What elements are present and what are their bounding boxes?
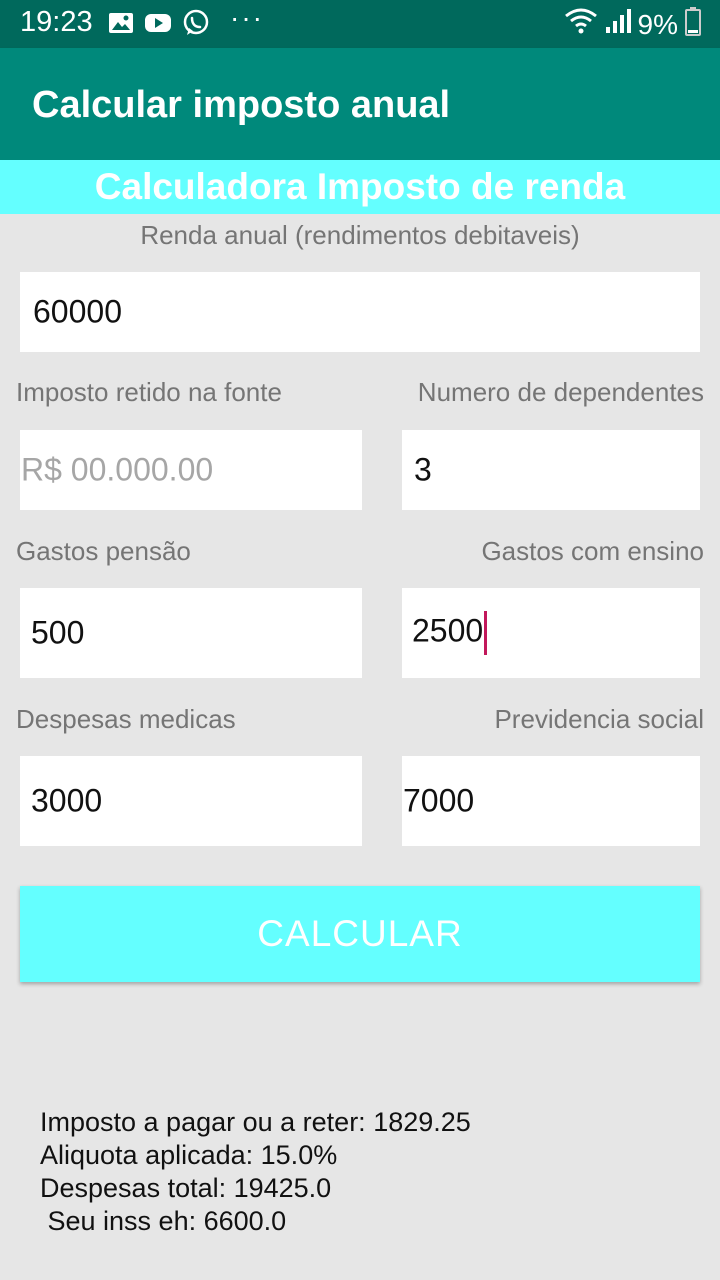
youtube-icon [144, 12, 172, 39]
wifi-icon [564, 7, 598, 42]
result-inss: Seu inss eh: 6600.0 [40, 1206, 287, 1236]
battery-percent: 9% [637, 8, 678, 40]
imposto-retido-label: Imposto retido na fonte [16, 377, 282, 407]
previdencia-social-value: 7000 [403, 782, 475, 819]
gastos-ensino-label: Gastos com ensino [481, 536, 704, 566]
dependentes-label: Numero de dependentes [417, 377, 704, 407]
result-imposto: Imposto a pagar ou a reter: 1829.25 [40, 1107, 471, 1137]
image-icon [108, 11, 134, 40]
gastos-ensino-input[interactable]: 2500 [402, 588, 700, 678]
gastos-pensao-input[interactable]: 500 [20, 588, 362, 678]
status-time: 19:23 [20, 6, 93, 38]
despesas-medicas-value: 3000 [31, 782, 103, 819]
battery-icon [684, 6, 702, 43]
app-bar: Calcular imposto anual [0, 48, 720, 160]
whatsapp-icon [182, 9, 210, 42]
dependentes-input[interactable]: 3 [402, 430, 700, 510]
notification-icons [108, 9, 210, 42]
renda-anual-label: Renda anual (rendimentos debitaveis) [140, 220, 580, 250]
gastos-ensino-value: 2500 [412, 612, 484, 649]
calcular-button[interactable]: CALCULAR [20, 886, 700, 982]
renda-anual-value: 60000 [33, 293, 122, 330]
results-panel: Imposto a pagar ou a reter: 1829.25 Aliq… [40, 1106, 471, 1238]
despesas-medicas-input[interactable]: 3000 [20, 756, 362, 846]
system-icons: 9% [564, 6, 702, 43]
previdencia-social-label: Previdencia social [494, 704, 704, 734]
gastos-pensao-value: 500 [31, 614, 85, 651]
more-dots-icon: ··· [230, 2, 264, 33]
signal-icon [604, 7, 632, 42]
banner: Calculadora Imposto de renda [0, 160, 720, 214]
dependentes-value: 3 [414, 451, 432, 488]
previdencia-social-input[interactable]: 7000 [402, 756, 700, 846]
imposto-retido-input[interactable]: R$ 00.000.00 [20, 430, 362, 510]
result-aliquota: Aliquota aplicada: 15.0% [40, 1140, 338, 1170]
app-bar-title: Calcular imposto anual [32, 84, 451, 126]
imposto-retido-placeholder: R$ 00.000.00 [21, 451, 214, 488]
text-cursor [484, 611, 488, 655]
gastos-pensao-label: Gastos pensão [16, 536, 191, 566]
status-bar: 19:23 ··· 9% [0, 0, 720, 48]
despesas-medicas-label: Despesas medicas [16, 704, 236, 734]
renda-anual-input[interactable]: 60000 [20, 272, 700, 352]
result-despesas: Despesas total: 19425.0 [40, 1173, 332, 1203]
banner-title: Calculadora Imposto de renda [94, 166, 626, 207]
